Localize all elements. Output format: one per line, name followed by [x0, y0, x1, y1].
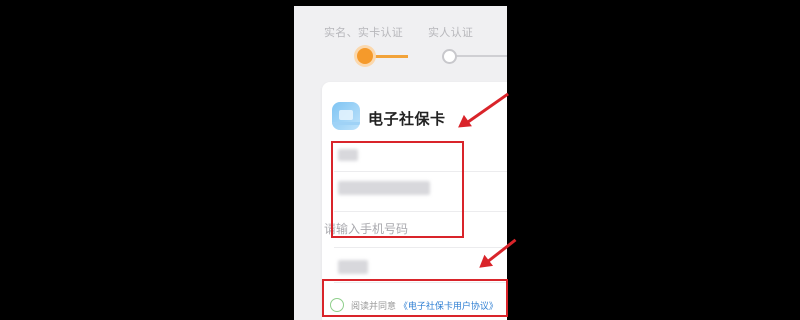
divider [334, 247, 507, 248]
social-security-card-icon [332, 102, 360, 130]
highlight-box-form-fields [331, 141, 464, 238]
blurred-verification-field [338, 260, 368, 274]
step-indicator-active [357, 48, 373, 64]
progress-line-pending [456, 55, 507, 57]
card-title: 电子社保卡 [368, 110, 446, 128]
step-label-real-name: 实名、实卡认证 [324, 26, 404, 39]
highlight-box-agreement [322, 279, 508, 317]
step-label-real-person: 实人认证 [428, 26, 474, 39]
progress-line-completed [372, 55, 408, 58]
progress-steps: 实名、实卡认证 实人认证 [294, 6, 507, 76]
step-indicator-next [442, 49, 457, 64]
